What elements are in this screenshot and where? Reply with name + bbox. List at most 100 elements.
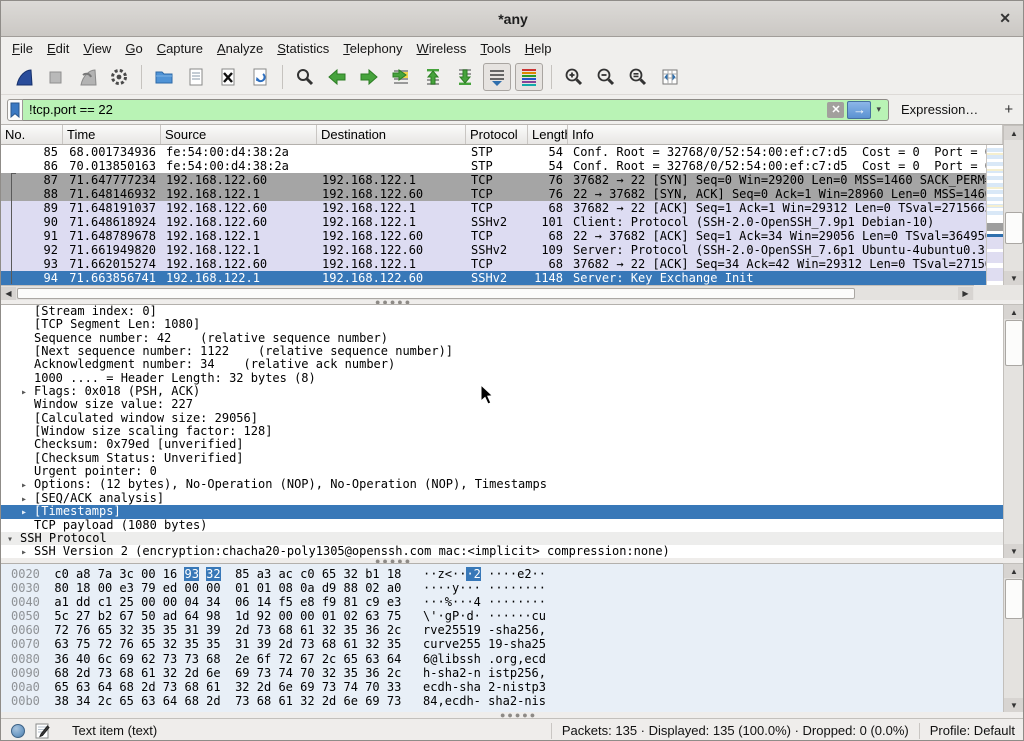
hex-byte[interactable]: 75 <box>387 609 401 623</box>
hex-byte[interactable]: 36 <box>365 623 379 637</box>
hex-byte[interactable]: 64 <box>387 652 401 666</box>
hex-byte[interactable]: 85 <box>235 567 249 581</box>
detail-line[interactable]: Checksum: 0x79ed [unverified] <box>1 438 1003 451</box>
hex-byte[interactable]: 00 <box>141 567 155 581</box>
hex-byte[interactable]: 00 <box>98 581 112 595</box>
capture-comment-icon[interactable] <box>34 723 50 739</box>
hex-byte[interactable]: 73 <box>163 680 177 694</box>
hex-byte[interactable]: 35 <box>387 637 401 651</box>
hex-byte[interactable]: 73 <box>257 623 271 637</box>
menu-item-help[interactable]: Help <box>518 39 559 58</box>
hex-byte[interactable]: 35 <box>206 637 220 651</box>
hex-byte[interactable]: 93 <box>184 567 198 581</box>
hex-byte[interactable]: 73 <box>257 666 271 680</box>
hex-byte[interactable]: 6e <box>278 680 292 694</box>
hex-byte[interactable]: 68 <box>54 666 68 680</box>
hex-byte[interactable]: 32 <box>322 666 336 680</box>
hex-byte[interactable]: 36 <box>365 666 379 680</box>
filter-bookmark-button[interactable] <box>7 99 23 121</box>
clear-filter-button[interactable]: ✕ <box>827 102 844 118</box>
hex-byte[interactable]: 2c <box>98 694 112 708</box>
hex-byte[interactable]: 1d <box>235 609 249 623</box>
zoom-normal-button[interactable] <box>624 63 652 91</box>
hex-byte[interactable]: 69 <box>300 680 314 694</box>
packet-row[interactable]: 8971.648191037192.168.122.60192.168.122.… <box>1 201 987 215</box>
hex-byte[interactable]: 35 <box>184 637 198 651</box>
expand-arrow-icon[interactable]: ▸ <box>21 546 34 558</box>
hex-byte[interactable]: f5 <box>278 595 292 609</box>
hex-byte[interactable]: 35 <box>344 623 358 637</box>
scroll-left-arrow[interactable]: ◀ <box>1 287 16 300</box>
hex-byte[interactable]: 0a <box>300 581 314 595</box>
hex-byte[interactable]: 68 <box>184 694 198 708</box>
hex-byte[interactable]: 50 <box>141 609 155 623</box>
hex-row[interactable]: 0090 68 2d 73 68 61 32 2d 6e 69 73 74 70… <box>11 666 1003 680</box>
hex-byte[interactable]: 32 <box>163 666 177 680</box>
hex-byte[interactable]: 32 <box>300 694 314 708</box>
hex-byte[interactable]: 61 <box>141 666 155 680</box>
hex-byte[interactable]: 68 <box>322 637 336 651</box>
hex-byte[interactable]: 64 <box>184 609 198 623</box>
hex-byte[interactable]: 73 <box>184 652 198 666</box>
hex-byte[interactable]: f9 <box>322 595 336 609</box>
hex-byte[interactable]: 2d <box>76 666 90 680</box>
hex-byte[interactable]: 67 <box>300 652 314 666</box>
display-filter-input[interactable]: !tcp.port == 22 ✕ → ▾ <box>23 99 889 121</box>
go-last-packet-button[interactable] <box>451 63 479 91</box>
packet-row[interactable]: 8771.647777234192.168.122.60192.168.122.… <box>1 173 987 187</box>
go-forward-button[interactable] <box>355 63 383 91</box>
expand-arrow-icon[interactable]: ▾ <box>7 533 20 545</box>
go-to-packet-button[interactable] <box>387 63 415 91</box>
hex-byte[interactable]: c0 <box>54 567 68 581</box>
scroll-down-arrow[interactable]: ▼ <box>1004 271 1024 285</box>
hex-row[interactable]: 0050 5c 27 b2 67 50 ad 64 98 1d 92 00 00… <box>11 609 1003 623</box>
hex-byte[interactable]: 74 <box>344 680 358 694</box>
hex-byte[interactable]: 2c <box>387 666 401 680</box>
hex-byte[interactable]: 68 <box>206 652 220 666</box>
hex-byte[interactable]: 73 <box>98 666 112 680</box>
hex-byte[interactable]: 18 <box>76 581 90 595</box>
menu-item-capture[interactable]: Capture <box>150 39 210 58</box>
hex-byte[interactable]: 6c <box>98 652 112 666</box>
hex-byte[interactable]: 32 <box>235 680 249 694</box>
hex-byte[interactable]: 61 <box>278 694 292 708</box>
hex-byte[interactable]: 70 <box>365 680 379 694</box>
hex-row[interactable]: 0020 c0 a8 7a 3c 00 16 93 32 85 a3 ac c0… <box>11 567 1003 581</box>
hex-byte[interactable]: a3 <box>257 567 271 581</box>
hex-byte[interactable]: 35 <box>163 623 177 637</box>
menu-item-tools[interactable]: Tools <box>473 39 517 58</box>
hex-byte[interactable]: c0 <box>300 567 314 581</box>
detail-line[interactable]: Window size value: 227 <box>1 398 1003 411</box>
details-vscrollbar[interactable]: ▲ ▼ <box>1003 304 1024 558</box>
hex-byte[interactable]: a0 <box>387 581 401 595</box>
scroll-up-arrow[interactable]: ▲ <box>1004 564 1024 578</box>
packet-row[interactable]: 9071.648618924192.168.122.60192.168.122.… <box>1 215 987 229</box>
hex-byte[interactable]: 01 <box>322 609 336 623</box>
hex-byte[interactable]: 2d <box>278 637 292 651</box>
hex-byte[interactable]: 98 <box>206 609 220 623</box>
detail-line[interactable]: TCP payload (1080 bytes) <box>1 519 1003 532</box>
hex-byte[interactable]: 80 <box>54 581 68 595</box>
colorize-button[interactable] <box>515 63 543 91</box>
hex-byte[interactable]: 73 <box>300 637 314 651</box>
hex-byte[interactable]: 32 <box>206 567 220 581</box>
packet-list-hscrollbar[interactable]: ◀ ▶ <box>1 285 974 300</box>
apply-filter-button[interactable]: → <box>847 101 871 119</box>
hex-byte[interactable]: 32 <box>163 637 177 651</box>
expression-button[interactable]: Expression… <box>901 102 978 117</box>
hex-byte[interactable]: c9 <box>365 595 379 609</box>
packet-row[interactable]: 8670.013850163fe:54:00:d4:38:2aSTP54Conf… <box>1 159 987 173</box>
hex-byte[interactable]: 2c <box>322 652 336 666</box>
hex-byte[interactable]: 00 <box>300 609 314 623</box>
hex-byte[interactable]: 76 <box>76 623 90 637</box>
hex-row[interactable]: 0060 72 76 65 32 35 35 31 39 2d 73 68 61… <box>11 623 1003 637</box>
hex-byte[interactable]: 00 <box>206 581 220 595</box>
hex-byte[interactable]: 64 <box>98 680 112 694</box>
menu-item-file[interactable]: File <box>5 39 40 58</box>
hex-byte[interactable]: 40 <box>76 652 90 666</box>
expand-arrow-icon[interactable]: ▸ <box>21 506 34 518</box>
hex-byte[interactable]: 2d <box>235 623 249 637</box>
hex-byte[interactable]: 65 <box>322 567 336 581</box>
hex-byte[interactable]: 75 <box>76 637 90 651</box>
go-back-button[interactable] <box>323 63 351 91</box>
